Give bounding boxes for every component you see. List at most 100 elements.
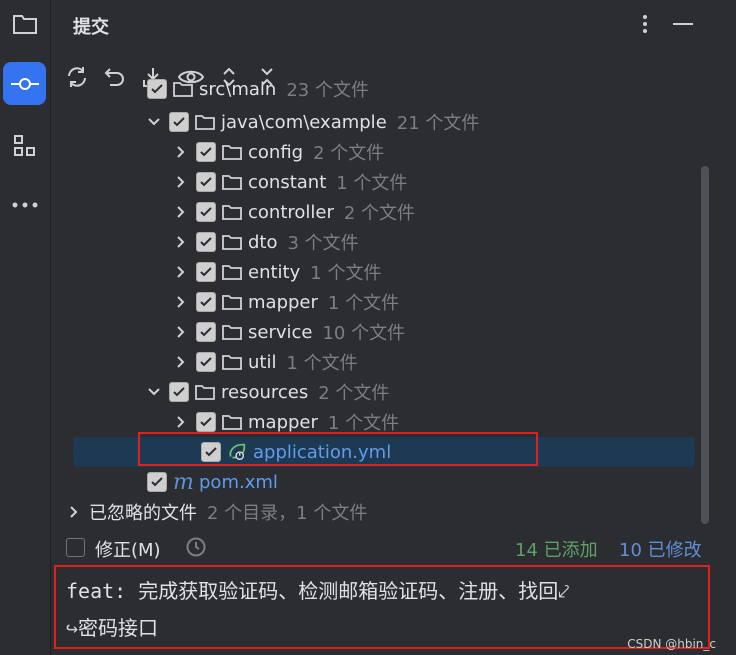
tree-row-name: controller: [248, 201, 334, 223]
tree-row-java[interactable]: java\com\example 21 个文件: [145, 107, 711, 137]
commit-message-line-1: 完成获取验证码、检测邮箱验证码、注册、找回: [138, 579, 559, 603]
tree-row-resources[interactable]: resources 2 个文件: [145, 377, 711, 407]
chevron-right-icon[interactable]: [172, 317, 190, 347]
tree-row-count: 21 个文件: [396, 113, 480, 134]
tree-row-count: 2 个文件: [343, 203, 416, 224]
ignored-files-count: 2 个目录，1 个文件: [207, 503, 368, 524]
tool-window-stripe: [0, 0, 51, 655]
folder-icon: [222, 263, 242, 281]
checkbox-icon[interactable]: [201, 442, 221, 462]
maven-icon: m: [173, 469, 194, 495]
tree-row-count: 1 个文件: [310, 263, 382, 284]
folder-icon: [222, 173, 242, 191]
tree-row-mapper[interactable]: mapper 1 个文件: [172, 287, 711, 317]
soft-wrap-continuation-icon: ↪: [66, 616, 79, 640]
tree-row-dto[interactable]: dto 3 个文件: [172, 227, 711, 257]
chevron-right-icon[interactable]: [172, 197, 190, 227]
chevron-right-icon[interactable]: [172, 407, 190, 437]
checkbox-icon[interactable]: [196, 232, 216, 252]
tree-row-resources-mapper[interactable]: mapper 1 个文件: [172, 407, 711, 437]
chevron-right-icon[interactable]: [172, 167, 190, 197]
tree-row-partial[interactable]: src\main 23 个文件: [147, 78, 711, 104]
checkbox-icon[interactable]: [196, 142, 216, 162]
tree-row-name: mapper: [248, 291, 318, 313]
tree-row-pom-xml[interactable]: m pom.xml: [147, 467, 711, 497]
commit-panel: 提交 src\main 23 个文件 java\com\example 21 个…: [51, 0, 736, 655]
checkbox-icon[interactable]: [196, 352, 216, 372]
panel-title: 提交: [73, 17, 109, 38]
commit-message-line-2: 密码接口: [78, 616, 159, 640]
chevron-right-icon[interactable]: [172, 257, 190, 287]
tree-row-service[interactable]: service 10 个文件: [172, 317, 711, 347]
tree-row-constant[interactable]: constant 1 个文件: [172, 167, 711, 197]
project-icon[interactable]: [3, 2, 46, 45]
tree-row-name: dto: [248, 231, 278, 253]
checkbox-icon[interactable]: [196, 262, 216, 282]
tree-row-name: constant: [248, 171, 327, 193]
folder-icon: [173, 80, 193, 98]
amend-label[interactable]: 修正(M): [95, 536, 161, 562]
tree-row-config[interactable]: config 2 个文件: [172, 137, 711, 167]
tree-row-name: pom.xml: [199, 471, 278, 493]
tree-row-ignored-files[interactable]: 已忽略的文件 2 个目录，1 个文件: [65, 497, 711, 527]
checkbox-icon[interactable]: [196, 412, 216, 432]
commit-type-prefix: feat:: [66, 579, 127, 603]
tree-row-count: 2 个文件: [318, 383, 390, 404]
tree-row-util[interactable]: util 1 个文件: [172, 347, 711, 377]
folder-icon: [195, 113, 215, 131]
commit-status-bar: 修正(M) 14 已添加 10 已修改: [51, 532, 731, 562]
checkbox-icon[interactable]: [169, 382, 189, 402]
chevron-right-icon[interactable]: [172, 287, 190, 317]
watermark: CSDN @hbin_c: [627, 637, 716, 651]
commit-message-text[interactable]: feat: 完成获取验证码、检测邮箱验证码、注册、找回⤦ ↪密码接口: [66, 573, 676, 647]
tree-row-name: service: [248, 321, 313, 343]
folder-icon: [222, 413, 242, 431]
minimize-icon[interactable]: [671, 10, 695, 38]
checkbox-icon[interactable]: [169, 112, 189, 132]
chevron-down-icon[interactable]: [145, 107, 163, 137]
tree-row-entity[interactable]: entity 1 个文件: [172, 257, 711, 287]
chevron-right-icon[interactable]: [172, 227, 190, 257]
tree-row-name: mapper: [248, 411, 318, 433]
tree-row-count: 1 个文件: [336, 173, 408, 194]
tree-row-name: application.yml: [253, 441, 392, 463]
more-tools-icon[interactable]: [3, 183, 46, 226]
folder-icon: [222, 233, 242, 251]
modified-count: 10 已修改: [619, 540, 702, 561]
folder-icon: [222, 353, 242, 371]
more-options-icon[interactable]: [633, 10, 657, 38]
tree-row-controller[interactable]: controller 2 个文件: [172, 197, 711, 227]
amend-checkbox[interactable]: [66, 538, 85, 557]
spring-yml-icon: [227, 443, 247, 461]
checkbox-icon[interactable]: [147, 472, 167, 492]
folder-icon: [222, 293, 242, 311]
checkbox-icon[interactable]: [147, 79, 167, 99]
checkbox-icon[interactable]: [196, 322, 216, 342]
soft-wrap-icon: ⤦: [558, 579, 570, 603]
tree-row-count: 23 个文件: [286, 80, 369, 101]
tree-row-count: 10 个文件: [322, 323, 406, 344]
tree-row-count: 1 个文件: [327, 293, 400, 314]
changes-tree: src\main 23 个文件 java\com\example 21 个文件 …: [51, 78, 711, 528]
tree-row-count: 3 个文件: [287, 233, 359, 254]
history-clock-icon[interactable]: [185, 536, 207, 563]
checkbox-icon[interactable]: [196, 202, 216, 222]
folder-icon: [222, 143, 242, 161]
folder-icon: [222, 323, 242, 341]
tree-row-name: resources: [221, 381, 309, 403]
chevron-right-icon[interactable]: [172, 137, 190, 167]
chevron-right-icon[interactable]: [65, 497, 83, 527]
tree-row-application-yml[interactable]: application.yml: [73, 437, 695, 467]
checkbox-icon[interactable]: [196, 292, 216, 312]
added-count: 14 已添加: [515, 540, 598, 561]
tree-scrollbar[interactable]: [701, 166, 709, 524]
commit-message-editor[interactable]: feat: 完成获取验证码、检测邮箱验证码、注册、找回⤦ ↪密码接口: [54, 565, 710, 649]
structure-icon[interactable]: [3, 124, 46, 167]
tree-row-count: 1 个文件: [286, 353, 358, 374]
chevron-down-icon[interactable]: [145, 377, 163, 407]
commit-icon[interactable]: [3, 62, 46, 105]
tree-row-name: java\com\example: [221, 111, 387, 133]
tree-row-name: util: [248, 351, 277, 373]
checkbox-icon[interactable]: [196, 172, 216, 192]
chevron-right-icon[interactable]: [172, 347, 190, 377]
